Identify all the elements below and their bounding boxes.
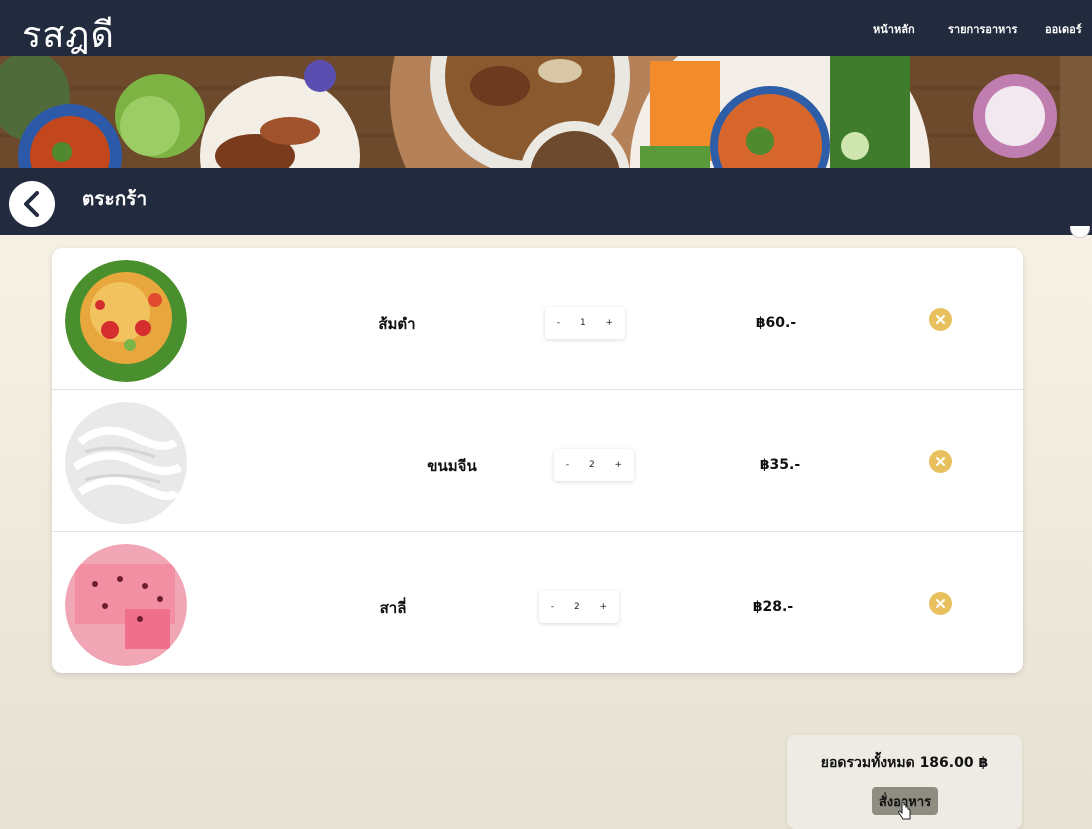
top-navbar: รสฎดี หน้าหลัก รายการอาหาร ออเดอร์	[0, 0, 1092, 56]
item-price: ฿35.-	[759, 457, 801, 473]
close-icon	[936, 457, 945, 466]
food-name: ส้มตำ	[378, 315, 416, 333]
brand-logo[interactable]: รสฎดี	[22, 6, 115, 63]
quantity-stepper: - 2 +	[554, 449, 634, 481]
food-banner	[0, 56, 1092, 168]
remove-item-button[interactable]	[929, 592, 952, 615]
chevron-left-icon	[24, 191, 39, 217]
food-name: ขนมจีน	[427, 457, 477, 475]
food-name: สาลี่	[379, 599, 407, 617]
food-image-somtam	[65, 260, 187, 382]
close-icon	[936, 599, 945, 608]
item-price: ฿60.-	[755, 315, 797, 331]
quantity-stepper: - 1 +	[545, 307, 625, 339]
food-image-salee	[65, 544, 187, 666]
decrease-button[interactable]: -	[547, 602, 558, 612]
increase-button[interactable]: +	[596, 602, 612, 612]
increase-button[interactable]: +	[611, 460, 627, 470]
quantity-value: 2	[573, 602, 580, 612]
nav-orders[interactable]: ออเดอร์	[1045, 20, 1082, 38]
cart-header-bar	[0, 168, 1092, 235]
page-title: ตระกร้า	[82, 188, 148, 210]
increase-button[interactable]: +	[602, 318, 618, 328]
nav-menu[interactable]: รายการอาหาร	[948, 20, 1017, 38]
cart-list: ส้มตำ - 1 + ฿60.- ขนมจีน - 2 + ฿35.- สาล…	[52, 248, 1023, 673]
remove-item-button[interactable]	[929, 450, 952, 473]
total-amount: ยอดรวมทั้งหมด 186.00 ฿	[820, 755, 989, 771]
decrease-button[interactable]: -	[553, 318, 564, 328]
back-button[interactable]	[9, 181, 55, 227]
decrease-button[interactable]: -	[562, 460, 573, 470]
scroll-handle[interactable]	[1070, 226, 1090, 238]
cart-row: ส้มตำ - 1 + ฿60.-	[52, 248, 1023, 390]
quantity-value: 1	[579, 318, 586, 328]
nav-home[interactable]: หน้าหลัก	[873, 20, 915, 38]
cart-row: ขนมจีน - 2 + ฿35.-	[52, 390, 1023, 532]
food-image-khanomjeen	[65, 402, 187, 524]
cart-row: สาลี่ - 2 + ฿28.-	[52, 532, 1023, 673]
item-price: ฿28.-	[752, 599, 794, 615]
quantity-value: 2	[588, 460, 595, 470]
remove-item-button[interactable]	[929, 308, 952, 331]
banner-illustration	[0, 56, 1092, 168]
quantity-stepper: - 2 +	[539, 591, 619, 623]
close-icon	[936, 315, 945, 324]
hand-pointer-icon	[898, 801, 912, 826]
